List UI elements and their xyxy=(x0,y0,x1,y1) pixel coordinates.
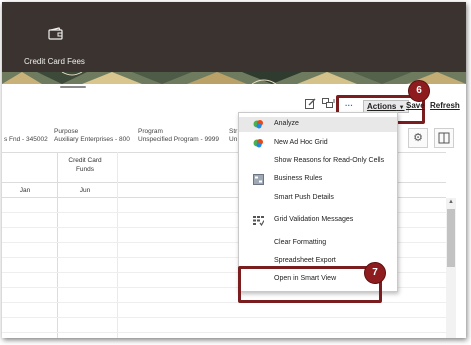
menu-item-analyze[interactable]: Analyze xyxy=(239,117,397,132)
column-header-jan: Jan xyxy=(19,187,31,194)
menu-label: Business Rules xyxy=(274,175,323,182)
column-header-jun: Jun xyxy=(79,187,91,194)
wallet-icon[interactable] xyxy=(48,27,64,40)
adhoc-icon xyxy=(253,139,263,148)
more-options-button[interactable]: ··· xyxy=(345,101,353,110)
split-view-button[interactable] xyxy=(434,128,454,148)
menu-item-grid-validation[interactable]: Grid Validation Messages xyxy=(239,213,397,228)
callout-badge-6: 6 xyxy=(408,80,430,102)
gear-icon: ⚙ xyxy=(413,132,423,144)
app-frame: Credit Card Fees ··· Actions ▼ Save Refr… xyxy=(2,2,466,338)
menu-item-new-ad-hoc-grid[interactable]: New Ad Hoc Grid xyxy=(239,136,397,151)
column-header-credit-card: Credit Card xyxy=(68,157,102,164)
analyze-icon xyxy=(253,120,263,129)
grid-rule xyxy=(57,152,58,338)
grid-row-line xyxy=(2,332,446,333)
pov-value-purpose[interactable]: Auxiliary Enterprises - 800 xyxy=(54,136,130,143)
menu-item-show-reasons[interactable]: Show Reasons for Read-Only Cells xyxy=(239,154,397,169)
menu-label: New Ad Hoc Grid xyxy=(274,139,328,146)
panel-drag-handle[interactable] xyxy=(60,86,86,88)
menu-item-business-rules[interactable]: Business Rules xyxy=(239,172,397,187)
pov-label-purpose: Purpose xyxy=(54,128,79,135)
decorative-banner xyxy=(2,72,466,84)
app-header: Credit Card Fees xyxy=(2,2,466,72)
edit-icon[interactable] xyxy=(305,98,316,109)
actions-label: Actions xyxy=(367,102,397,111)
form-view-icon[interactable] xyxy=(322,98,336,109)
pov-value-str[interactable]: Un xyxy=(229,136,237,143)
callout-box-7 xyxy=(238,266,382,303)
save-button[interactable]: Save xyxy=(406,101,425,110)
menu-item-clear-formatting[interactable]: Clear Formatting xyxy=(239,236,397,251)
scroll-up-icon[interactable]: ▲ xyxy=(447,198,455,206)
pov-label-program: Program xyxy=(138,128,163,135)
menu-label: Spreadsheet Export xyxy=(274,257,336,264)
callout-badge-7: 7 xyxy=(364,262,386,284)
business-rules-icon xyxy=(253,174,264,185)
menu-label: Smart Push Details xyxy=(274,194,334,201)
menu-label: Analyze xyxy=(274,120,299,127)
settings-button[interactable]: ⚙ xyxy=(408,128,428,148)
chevron-down-icon: ▼ xyxy=(398,105,405,111)
menu-label: Grid Validation Messages xyxy=(274,216,354,223)
pov-value-fund[interactable]: s Fnd - 345002 xyxy=(4,136,48,143)
grid-rule xyxy=(117,152,118,338)
pov-label-str: Str xyxy=(229,128,238,135)
scroll-thumb[interactable] xyxy=(447,209,455,267)
grid-row-line xyxy=(2,317,446,318)
refresh-button[interactable]: Refresh xyxy=(430,101,460,110)
grid-validation-icon xyxy=(253,216,264,226)
menu-label: Show Reasons for Read-Only Cells xyxy=(274,157,385,164)
split-view-icon xyxy=(438,132,450,144)
column-header-funds: Funds xyxy=(75,166,95,173)
credit-card-fees-tile[interactable]: Credit Card Fees xyxy=(24,57,85,66)
menu-item-smart-push-details[interactable]: Smart Push Details xyxy=(239,191,397,206)
pov-value-program[interactable]: Unspecified Program - 9999 xyxy=(138,136,219,143)
menu-label: Clear Formatting xyxy=(274,239,327,246)
